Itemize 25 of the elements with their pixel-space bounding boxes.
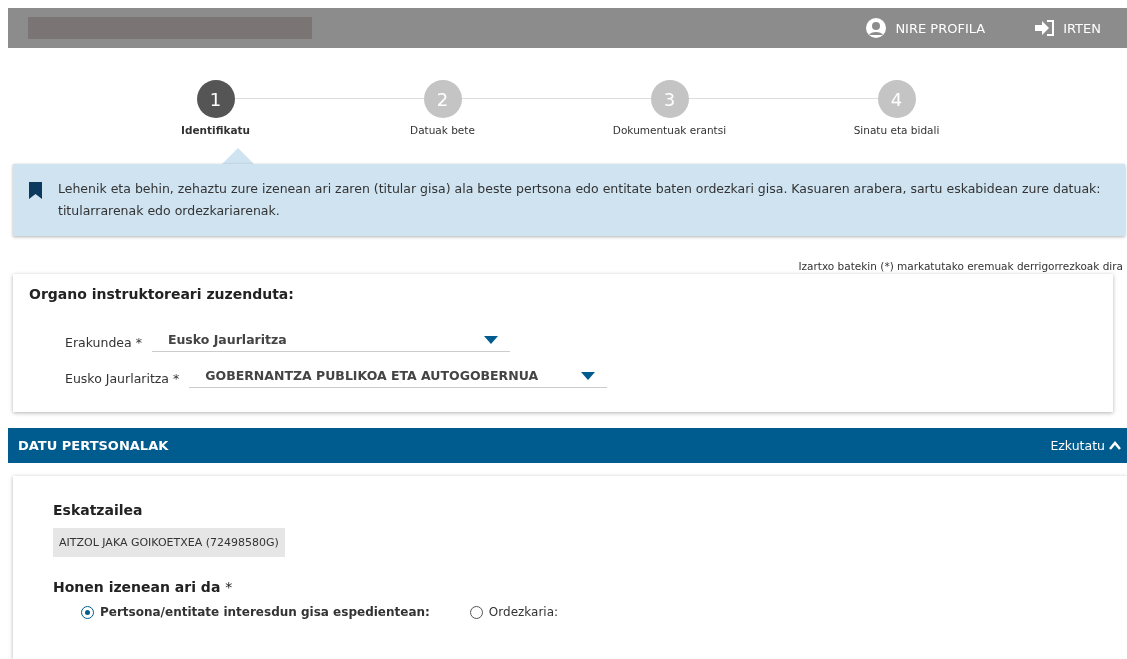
required-note: Izartxo batekin (*) markatutako eremuak derrigorrezkoak dira [797, 260, 1123, 272]
caret-icon [483, 335, 498, 344]
hide-button[interactable]: Ezkutatu [1050, 438, 1121, 453]
info-text: Lehenik eta behin, zehaztu zure izenean ari zaren (titular gisa) ala beste pertsona edo entitate baten ordezkari gisa. Kasuaren arabera, sartu eskabidean zure datuak: titularrarenak edo ordezkariarenak. [58, 180, 1102, 220]
field-label: Erakundea * [65, 334, 142, 350]
bookmark-icon [29, 182, 42, 199]
section-title: DATU PERTSONALAK [18, 438, 169, 453]
field-label: Eusko Jaurlaritza * [65, 370, 180, 386]
step-label: Sinatu eta bidali [853, 124, 940, 136]
select-field[interactable]: Eusko Jaurlaritza [151, 332, 510, 352]
step-label: Dokumentuak erantsi [612, 124, 727, 136]
chevron-up-icon [1109, 441, 1121, 450]
caret-icon [581, 371, 596, 380]
applicant-label: Eskatzailea [53, 502, 144, 518]
radio-option[interactable]: Ordezkaria: [469, 605, 559, 619]
radio-option[interactable]: Pertsona/entitate interesdun gisa espedientean: [81, 605, 430, 619]
step-number[interactable]: 1 [196, 80, 235, 118]
acting-label: Honen izenean ari da * [53, 579, 234, 595]
step-label: Identifikatu [181, 124, 250, 136]
step-label: Datuak bete [410, 124, 475, 136]
card-title: Organo instruktoreari zuzenduta: [29, 286, 295, 302]
logout-icon [1035, 20, 1056, 36]
applicant-field: AITZOL JAKA GOIKOETXEA (72498580G) [53, 528, 285, 557]
user-icon [865, 17, 888, 39]
select-field[interactable]: GOBERNANTZA PUBLIKOA ETA AUTOGOBERNUA [189, 368, 608, 388]
